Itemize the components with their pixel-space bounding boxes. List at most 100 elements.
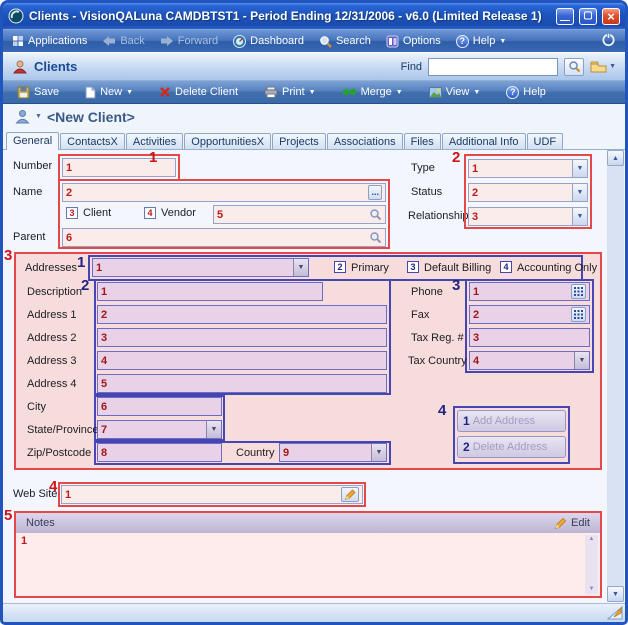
find-input[interactable]	[428, 58, 558, 76]
menu-item-options[interactable]: Options	[386, 35, 441, 48]
tax-reg-input[interactable]: 3	[469, 328, 590, 347]
tab-additional-info[interactable]: Additional Info	[442, 133, 526, 149]
website-edit-button[interactable]	[341, 487, 359, 502]
menu-item-applications[interactable]: Applications	[12, 35, 87, 47]
main-scrollbar[interactable]	[607, 150, 624, 602]
chevron-down-icon[interactable]: ▼	[371, 444, 386, 461]
parent-input[interactable]: 6	[62, 228, 386, 247]
maximize-button[interactable]: ▢	[579, 8, 597, 25]
address4-input[interactable]: 5	[97, 374, 387, 393]
view-button[interactable]: View ▼	[425, 86, 485, 98]
city-input[interactable]: 6	[97, 397, 222, 416]
chevron-down-icon[interactable]: ▼	[572, 208, 587, 225]
pencil-icon	[554, 517, 567, 530]
description-input[interactable]: 1	[97, 282, 323, 301]
find-search-button[interactable]	[564, 58, 584, 76]
fax-input[interactable]: 2	[469, 305, 590, 324]
status-select[interactable]: 2 ▼	[468, 183, 588, 202]
tab-contactsx[interactable]: ContactsX	[60, 133, 125, 149]
chevron-down-icon[interactable]: ▼	[206, 421, 221, 438]
delete-address-button[interactable]: 2 Delete Address	[457, 436, 566, 458]
add-address-button[interactable]: 1 Add Address	[457, 410, 566, 432]
menu-item-dashboard[interactable]: Dashboard	[233, 35, 304, 48]
chevron-down-icon: ▼	[396, 89, 403, 96]
power-button[interactable]	[601, 32, 616, 50]
tab-activities[interactable]: Activities	[126, 133, 183, 149]
address2-input[interactable]: 3	[97, 328, 387, 347]
zip-postcode-input[interactable]: 8	[97, 443, 222, 462]
notes-edit-button[interactable]: Edit	[554, 517, 590, 530]
chevron-down-icon[interactable]: ▼	[574, 352, 589, 369]
tab-files[interactable]: Files	[404, 133, 441, 149]
phone-label: Phone	[411, 286, 443, 298]
close-button[interactable]: ×	[602, 8, 620, 25]
fax-dialpad-button[interactable]	[571, 307, 586, 322]
notes-scroll-down-icon[interactable]: ▼	[589, 585, 595, 594]
print-button[interactable]: Print ▼	[260, 86, 320, 98]
tab-general[interactable]: General	[6, 132, 59, 150]
relationship-select[interactable]: 3 ▼	[468, 207, 588, 226]
chevron-down-icon[interactable]: ▼	[572, 160, 587, 177]
vendor-checkbox[interactable]: 4	[144, 207, 156, 219]
type-select[interactable]: 1 ▼	[468, 159, 588, 178]
record-menu-caret[interactable]: ▼	[35, 113, 42, 120]
address3-input[interactable]: 4	[97, 351, 387, 370]
address-selector[interactable]: 1 ▼	[92, 258, 309, 277]
callout-addresses: 3	[4, 248, 12, 263]
client-vendor-lookup-input[interactable]: 5	[213, 205, 386, 224]
city-label: City	[27, 401, 46, 413]
chevron-down-icon[interactable]: ▼	[293, 259, 308, 276]
save-icon	[17, 86, 30, 99]
chevron-down-icon: ▼	[499, 38, 506, 45]
chevron-down-icon[interactable]: ▼	[572, 184, 587, 201]
callout-contact-fields: 3	[452, 278, 460, 293]
tab-opportunitiesx[interactable]: OpportunitiesX	[184, 133, 271, 149]
phone-dialpad-button[interactable]	[571, 284, 586, 299]
menu-item-forward[interactable]: Forward	[160, 35, 218, 47]
client-record-icon[interactable]	[15, 109, 30, 124]
parent-magnifier-icon[interactable]	[369, 231, 382, 244]
accounting-only-checkbox[interactable]: 4	[500, 261, 512, 273]
save-button[interactable]: Save	[13, 86, 63, 99]
menu-item-search[interactable]: Search	[319, 35, 371, 48]
search-icon	[319, 35, 332, 48]
chevron-down-icon: ▼	[473, 89, 480, 96]
relationship-label: Relationship	[408, 210, 469, 222]
zip-postcode-label: Zip/Postcode	[27, 447, 91, 459]
menu-item-help[interactable]: ? Help ▼	[456, 35, 507, 48]
scroll-down-button[interactable]: ▼	[607, 586, 624, 602]
delete-client-button[interactable]: Delete Client	[155, 86, 242, 98]
default-billing-checkbox[interactable]: 3	[407, 261, 419, 273]
notes-textarea[interactable]: 1	[16, 533, 600, 596]
menu-item-back[interactable]: Back	[102, 35, 144, 47]
name-input[interactable]: 2 ...	[62, 183, 386, 202]
minimize-button[interactable]: —	[556, 8, 574, 25]
address1-input[interactable]: 2	[97, 305, 387, 324]
merge-button[interactable]: Merge ▼	[338, 86, 407, 98]
record-bar: ▼ <New Client>	[3, 104, 625, 129]
tab-udf[interactable]: UDF	[527, 133, 564, 149]
resize-grip-icon[interactable]	[606, 606, 623, 621]
notes-scroll-up-icon[interactable]: ▲	[589, 535, 595, 544]
country-select[interactable]: 9 ▼	[279, 443, 387, 462]
notes-scrollbar[interactable]: ▲ ▼	[585, 535, 598, 594]
panel-header: Clients Find ▼	[3, 52, 625, 81]
new-button[interactable]: New ▼	[81, 86, 137, 99]
name-ellipsis-button[interactable]: ...	[368, 185, 382, 200]
state-province-select[interactable]: 7 ▼	[97, 420, 222, 439]
tab-associations[interactable]: Associations	[327, 133, 403, 149]
toolbar-help-button[interactable]: ? Help	[502, 86, 550, 99]
lookup-magnifier-icon[interactable]	[369, 208, 382, 221]
client-checkbox[interactable]: 3	[66, 207, 78, 219]
primary-label: Primary	[351, 262, 389, 274]
primary-checkbox[interactable]: 2	[334, 261, 346, 273]
tax-country-select[interactable]: 4 ▼	[469, 351, 590, 370]
phone-input[interactable]: 1	[469, 282, 590, 301]
general-tab-panel: 1 Number 1 Name 2 ... 3 Client 4 Vendor …	[3, 150, 625, 603]
tab-projects[interactable]: Projects	[272, 133, 326, 149]
find-folder-button[interactable]: ▼	[590, 60, 616, 73]
applications-icon	[12, 35, 24, 47]
number-input[interactable]: 1	[62, 158, 176, 177]
website-input[interactable]: 1	[61, 485, 363, 504]
scroll-up-button[interactable]: ▲	[607, 150, 624, 166]
